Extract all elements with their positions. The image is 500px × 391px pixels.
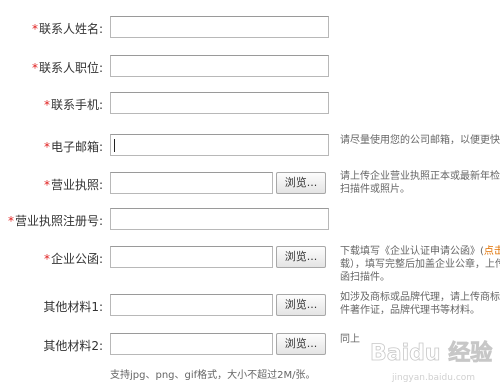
license-number-label: *营业执照注册号:	[7, 214, 103, 228]
upload-format-note: 支持jpg、png、gif格式，大小不超过2M/张。	[110, 370, 316, 381]
license-number-input[interactable]	[110, 208, 329, 230]
contact-name-input[interactable]	[110, 16, 329, 38]
contact-position-row: *联系人职位:	[0, 55, 500, 79]
license-number-row: *营业执照注册号:	[0, 208, 500, 232]
baidu-watermark-logo: Baidu 经验 jingyan.baidu.com	[370, 340, 493, 383]
email-label: *电子邮箱:	[43, 140, 103, 154]
company-letter-hint: 下载填写《企业认证申请公函》(点击 载），填写完整后加盖企业公章，上传 函扫描件…	[340, 245, 500, 284]
other-material-1-label: 其他材料1:	[43, 300, 103, 314]
text-cursor	[114, 139, 115, 152]
email-hint: 请尽量使用您的公司邮箱，以便更快通	[340, 135, 500, 146]
other-material-1-browse-button[interactable]: 浏览...	[276, 294, 326, 316]
business-license-file-input[interactable]	[110, 172, 273, 194]
company-letter-label: *企业公函:	[43, 252, 103, 266]
email-row: *电子邮箱: 请尽量使用您的公司邮箱，以便更快通	[0, 134, 500, 158]
contact-position-label: *联系人职位:	[31, 61, 103, 75]
contact-phone-label: *联系手机:	[43, 98, 103, 112]
business-license-hint: 请上传企业营业执照正本或最新年检副 扫描件或照片。	[340, 171, 500, 195]
other-material-2-label: 其他材料2:	[43, 339, 103, 353]
download-letter-link[interactable]: 点击	[484, 246, 500, 257]
contact-name-label: *联系人姓名:	[31, 22, 103, 36]
contact-name-row: *联系人姓名:	[0, 16, 500, 40]
company-letter-row: *企业公函: 浏览... 下载填写《企业认证申请公函》(点击 载），填写完整后加…	[0, 246, 500, 283]
other-material-1-row: 其他材料1: 浏览... 如涉及商标或品牌代理，请上传商标证 件著作证，品牌代理…	[0, 292, 500, 318]
watermark-url: jingyan.baidu.com	[391, 373, 475, 383]
company-letter-browse-button[interactable]: 浏览...	[276, 246, 326, 268]
business-license-row: *营业执照: 浏览... 请上传企业营业执照正本或最新年检副 扫描件或照片。	[0, 171, 500, 196]
other-material-1-hint: 如涉及商标或品牌代理，请上传商标证 件著作证，品牌代理书等材料。	[340, 292, 500, 316]
business-license-browse-button[interactable]: 浏览...	[276, 172, 326, 194]
contact-phone-input[interactable]	[110, 92, 329, 114]
company-letter-file-input[interactable]	[110, 246, 273, 268]
business-license-label: *营业执照:	[43, 178, 103, 192]
other-material-1-file-input[interactable]	[110, 294, 273, 316]
email-input[interactable]	[110, 134, 329, 156]
watermark-text: Baidu 经验	[370, 340, 492, 366]
contact-position-input[interactable]	[110, 55, 329, 77]
other-material-2-file-input[interactable]	[110, 333, 273, 355]
other-material-2-browse-button[interactable]: 浏览...	[276, 333, 326, 355]
contact-phone-row: *联系手机:	[0, 92, 500, 116]
